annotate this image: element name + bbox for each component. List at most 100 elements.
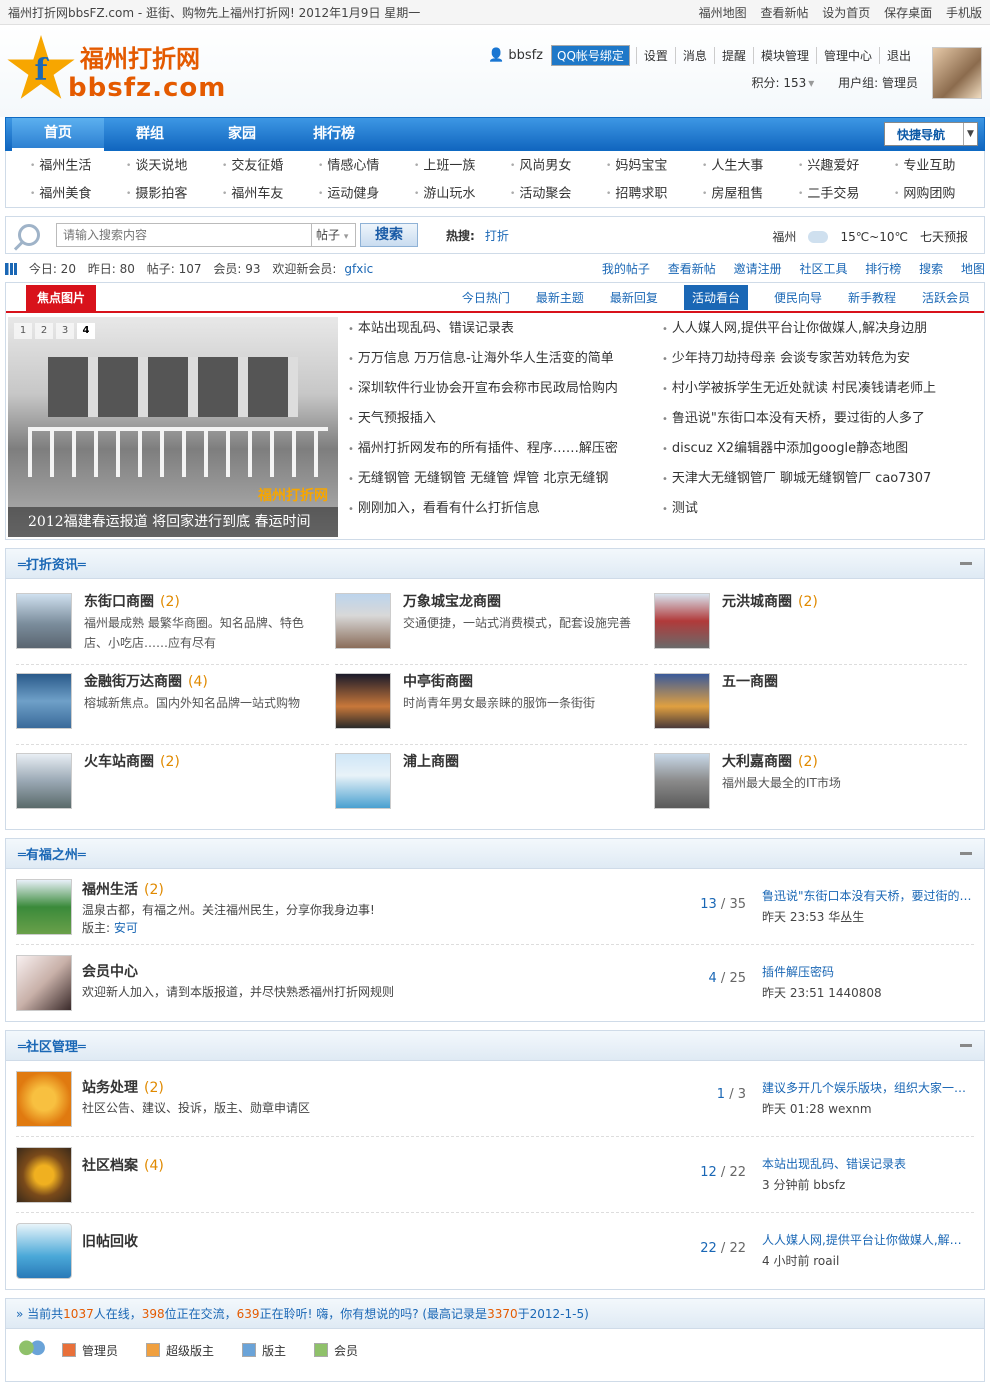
shop-thumbnail[interactable] (335, 593, 391, 649)
list-item[interactable]: 无缝钢管 无缝钢管 无缝管 焊管 北京无缝钢 (348, 467, 644, 497)
list-item[interactable]: 鲁迅说"东街口本没有天桥，要过街的人多了 (662, 407, 958, 437)
nav-item-home[interactable]: 首页 (12, 117, 104, 151)
shop-thumbnail[interactable] (16, 673, 72, 729)
top-link-mobile[interactable]: 手机版 (946, 6, 982, 20)
list-item[interactable]: 测试 (662, 497, 958, 527)
quick-nav-button[interactable]: 快捷导航 ▼ (884, 122, 978, 146)
list-item[interactable]: 本站出现乱码、错误记录表 (348, 317, 644, 347)
subnav-item[interactable]: 游山玩水 (414, 184, 510, 208)
slide-page-3[interactable]: 3 (56, 323, 74, 339)
seven-day-forecast-link[interactable]: 七天预报 (920, 228, 968, 245)
subnav-item[interactable]: 运动健身 (318, 184, 414, 208)
stat-link-ranking[interactable]: 排行榜 (865, 262, 901, 276)
list-item[interactable]: 少年持刀劫持母亲 会谈专家苦劝转危为安 (662, 347, 958, 377)
shop-thumbnail[interactable] (654, 753, 710, 809)
username[interactable]: 👤 bbsfz (488, 48, 543, 63)
stat-link-tools[interactable]: 社区工具 (799, 262, 847, 276)
search-input[interactable] (56, 223, 312, 247)
list-item[interactable]: 天津大无缝钢管厂 聊城无缝钢管厂 cao7307 (662, 467, 958, 497)
stat-link-invite[interactable]: 邀请注册 (734, 262, 782, 276)
tab-latest-threads[interactable]: 最新主题 (536, 289, 584, 306)
site-logo[interactable]: f 福州打折网 bbsfz.com (6, 35, 236, 111)
forum-name[interactable]: 站务处理 (82, 1080, 138, 1096)
shop-thumbnail[interactable] (335, 673, 391, 729)
subnav-item[interactable]: 活动聚会 (510, 184, 606, 208)
user-link-settings[interactable]: 设置 (635, 47, 675, 64)
forum-icon[interactable] (16, 1071, 72, 1127)
last-post-title[interactable]: 建议多开几个娱乐版块，组织大家一起玩 (762, 1079, 972, 1096)
shop-thumbnail[interactable] (335, 753, 391, 809)
list-item[interactable]: 人人媒人网,提供平台让你做媒人,解决身边朋 (662, 317, 958, 347)
user-link-reminders[interactable]: 提醒 (713, 47, 753, 64)
nav-item-groups[interactable]: 群组 (104, 119, 196, 149)
tab-events[interactable]: 活动看台 (683, 284, 748, 310)
collapse-icon[interactable] (960, 562, 972, 565)
shop-name[interactable]: 万象城宝龙商圈 (403, 594, 501, 610)
tab-today-hot[interactable]: 今日热门 (462, 289, 510, 306)
shop-thumbnail[interactable] (654, 673, 710, 729)
hot-search-keyword[interactable]: 打折 (485, 229, 509, 243)
section-title[interactable]: 社区管理 (18, 1036, 86, 1055)
forum-icon[interactable] (16, 955, 72, 1011)
slide-page-1[interactable]: 1 (14, 323, 32, 339)
shop-name[interactable]: 东街口商圈 (84, 594, 154, 610)
nav-item-space[interactable]: 家园 (196, 119, 288, 149)
list-item[interactable]: 万万信息 万万信息-让海外华人生活变的简单 (348, 347, 644, 377)
subnav-item[interactable]: 福州生活 (30, 156, 126, 180)
subnav-item[interactable]: 人生大事 (702, 156, 798, 180)
subnav-item[interactable]: 兴趣爱好 (798, 156, 894, 180)
shop-thumbnail[interactable] (16, 753, 72, 809)
stat-link-my-posts[interactable]: 我的帖子 (602, 262, 650, 276)
forum-icon[interactable] (16, 1147, 72, 1203)
forum-name[interactable]: 福州生活 (82, 882, 138, 898)
collapse-icon[interactable] (960, 1044, 972, 1047)
subnav-item[interactable]: 情感心情 (318, 156, 414, 180)
slide-caption[interactable]: 2012福建春运报道 将回家进行到底 春运时间 (8, 507, 338, 537)
user-link-logout[interactable]: 退出 (878, 47, 918, 64)
avatar[interactable] (932, 47, 982, 99)
top-link-save-desktop[interactable]: 保存桌面 (884, 6, 932, 20)
last-post-title[interactable]: 鲁迅说"东街口本没有天桥，要过街的人多了 (762, 887, 972, 904)
subnav-item[interactable]: 妈妈宝宝 (606, 156, 702, 180)
stat-link-search[interactable]: 搜索 (919, 262, 943, 276)
shop-name[interactable]: 火车站商圈 (84, 754, 154, 770)
list-item[interactable]: 深圳软件行业协会开宣布会称市民政局恰购内 (348, 377, 644, 407)
forum-name[interactable]: 旧帖回收 (82, 1234, 138, 1250)
tab-tutorial[interactable]: 新手教程 (848, 289, 896, 306)
online-summary[interactable]: » 当前共1037人在线，398位正在交流，639正在聆听! 嗨，你有想说的吗?… (6, 1299, 984, 1329)
slide-page-2[interactable]: 2 (35, 323, 53, 339)
last-post-title[interactable]: 人人媒人网,提供平台让你做媒人,解决身边 (762, 1231, 972, 1248)
last-post-title[interactable]: 插件解压密码 (762, 963, 972, 980)
focus-slideshow[interactable]: 1 2 3 4 福州打折网 2012福建春运报道 将回家进行到底 春运时间 (8, 317, 338, 537)
section-title[interactable]: 打折资讯 (18, 554, 86, 573)
subnav-item[interactable]: 摄影拍客 (126, 184, 222, 208)
recycle-bin-icon[interactable] (16, 1223, 72, 1279)
subnav-item[interactable]: 招聘求职 (606, 184, 702, 208)
forum-name[interactable]: 社区档案 (82, 1158, 138, 1174)
subnav-item[interactable]: 福州美食 (30, 184, 126, 208)
user-points[interactable]: 积分: 153 (752, 76, 807, 90)
stat-link-map[interactable]: 地图 (961, 262, 985, 276)
forum-name[interactable]: 会员中心 (82, 964, 138, 980)
collapse-icon[interactable] (960, 852, 972, 855)
shop-name[interactable]: 浦上商圈 (403, 754, 459, 770)
subnav-item[interactable]: 谈天说地 (126, 156, 222, 180)
user-link-module-manage[interactable]: 模块管理 (752, 47, 816, 64)
last-post-title[interactable]: 本站出现乱码、错误记录表 (762, 1155, 972, 1172)
shop-name[interactable]: 金融街万达商圈 (84, 674, 182, 690)
user-link-admin-center[interactable]: 管理中心 (815, 47, 879, 64)
list-item[interactable]: 村小学被拆学生无近处就读 村民凑钱请老师上 (662, 377, 958, 407)
slide-page-4[interactable]: 4 (77, 323, 95, 339)
shop-name[interactable]: 元洪城商圈 (722, 594, 792, 610)
user-link-messages[interactable]: 消息 (674, 47, 714, 64)
tab-active-members[interactable]: 活跃会员 (922, 289, 970, 306)
subnav-item[interactable]: 二手交易 (798, 184, 894, 208)
shop-name[interactable]: 中亭街商圈 (403, 674, 473, 690)
list-item[interactable]: 福州打折网发布的所有插件、程序……解压密 (348, 437, 644, 467)
subnav-item[interactable]: 上班一族 (414, 156, 510, 180)
list-item[interactable]: discuz X2编辑器中添加google静态地图 (662, 437, 958, 467)
section-title[interactable]: 有福之州 (18, 844, 86, 863)
shop-thumbnail[interactable] (16, 593, 72, 649)
subnav-item[interactable]: 风尚男女 (510, 156, 606, 180)
forum-icon[interactable] (16, 879, 72, 935)
